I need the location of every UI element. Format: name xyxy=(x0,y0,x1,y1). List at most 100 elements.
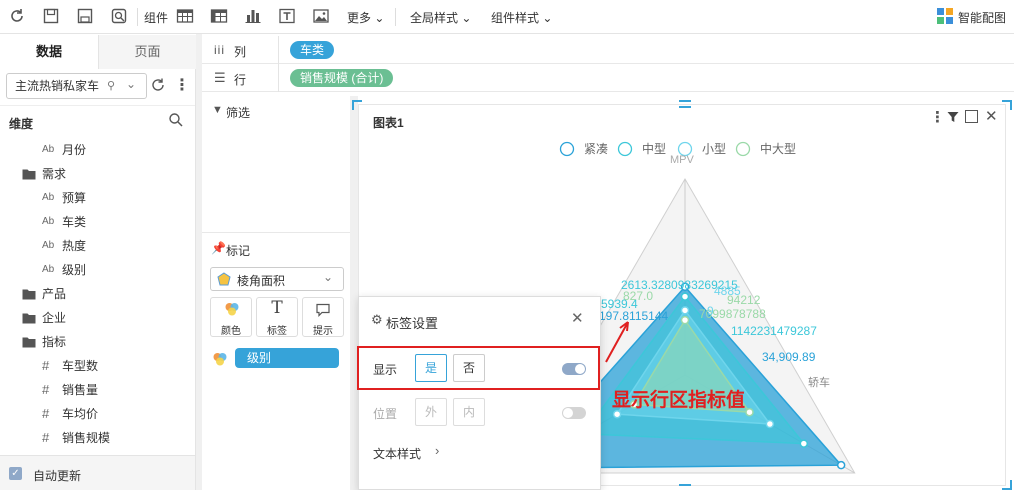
radar-point xyxy=(836,460,846,470)
tree-label: 需求 xyxy=(42,167,67,181)
resize-handle-corner[interactable] xyxy=(1002,100,1012,110)
radar-area-icon xyxy=(217,272,231,286)
text-box-icon[interactable] xyxy=(278,7,296,25)
label-button[interactable]: T 标签 xyxy=(256,297,298,337)
folder-icon xyxy=(22,330,36,357)
divider xyxy=(0,105,195,106)
save-as-icon[interactable] xyxy=(76,7,94,25)
radar-point xyxy=(799,439,809,448)
toolbar-divider xyxy=(395,8,396,26)
row-shelf: ☰ 行 销售规模 (合计) xyxy=(202,64,1014,92)
more-options-icon[interactable]: ⋮ xyxy=(174,75,190,95)
tree-field[interactable]: Ab 车类 xyxy=(0,210,195,234)
text-field-icon: Ab xyxy=(42,216,55,227)
auto-update-label: 自动更新 xyxy=(33,469,82,483)
global-style-menu[interactable]: 全局样式 ⌄ xyxy=(410,9,471,26)
tree-field[interactable]: Ab 热度 xyxy=(0,234,195,258)
resize-handle-corner[interactable] xyxy=(1002,480,1012,490)
row-icon: ☰ xyxy=(214,70,226,85)
position-switch[interactable] xyxy=(562,407,586,419)
legend-marker xyxy=(559,141,575,157)
color-palette-icon xyxy=(212,351,228,367)
mark-type-select[interactable]: 棱角面积 ⌄ xyxy=(210,267,344,291)
image-icon[interactable] xyxy=(312,7,330,25)
tree-label: 月份 xyxy=(62,143,87,157)
dimension-header: 维度 xyxy=(9,117,34,131)
marks-label: 标记 xyxy=(226,244,251,258)
divider xyxy=(278,36,279,64)
search-icon[interactable] xyxy=(168,112,184,128)
text-field-icon: Ab xyxy=(42,264,55,275)
position-outside-button[interactable]: 外 xyxy=(415,398,447,426)
smart-chart-label[interactable]: 智能配图 xyxy=(958,9,1006,26)
color-palette-icon xyxy=(224,301,240,317)
data-label: 4885 xyxy=(714,284,741,298)
tree-field[interactable]: # 车型数 xyxy=(0,354,195,378)
chevron-right-icon[interactable]: › xyxy=(435,443,439,458)
legend-label: 中大型 xyxy=(760,141,796,156)
panel-gutter xyxy=(350,96,358,490)
color-button[interactable]: 颜色 xyxy=(210,297,252,337)
divider xyxy=(278,64,279,92)
radar-point xyxy=(680,292,690,301)
tree-label: 销售规模 xyxy=(62,431,111,445)
radar-point xyxy=(680,315,690,325)
tree-label: 级别 xyxy=(62,263,87,277)
more-label: 更多 xyxy=(347,11,372,25)
show-yes-button[interactable]: 是 xyxy=(415,354,447,382)
chevron-down-icon: ⌄ xyxy=(374,11,385,25)
tree-folder[interactable]: 需求 xyxy=(0,162,195,186)
gear-icon: ⚙ xyxy=(371,312,383,327)
tab-page[interactable]: 页面 xyxy=(98,35,196,69)
crosstab-icon[interactable] xyxy=(210,7,228,25)
tab-data[interactable]: 数据 xyxy=(0,35,98,69)
chevron-down-icon: ⌄ xyxy=(323,270,334,284)
tree-field[interactable]: # 销售规模 xyxy=(0,426,195,450)
show-label-switch[interactable] xyxy=(562,363,586,375)
text-style-label[interactable]: 文本样式 xyxy=(373,445,421,462)
smart-chart-icon[interactable] xyxy=(937,8,953,24)
legend-label: 紧凑 xyxy=(584,142,608,156)
chevron-down-icon: ⌄ xyxy=(461,11,472,25)
tooltip-button[interactable]: 提示 xyxy=(302,297,344,337)
tree-field[interactable]: Ab 级别 xyxy=(0,258,195,282)
chevron-down-icon[interactable]: ⌄ xyxy=(124,77,139,91)
folder-icon xyxy=(22,306,36,333)
close-icon[interactable]: ✕ xyxy=(571,309,584,327)
text-field-icon: Ab xyxy=(42,144,55,155)
tree-field[interactable]: Ab 预算 xyxy=(0,186,195,210)
tree-field[interactable]: # 销售量 xyxy=(0,378,195,402)
text-t-icon: T xyxy=(271,298,283,318)
row-pill-sales-scale[interactable]: 销售规模 (合计) xyxy=(290,69,394,87)
data-panel-tabs: 数据 页面 xyxy=(0,35,196,69)
column-pill-car-type[interactable]: 车类 xyxy=(290,41,335,59)
tree-field[interactable]: Ab 月份 xyxy=(0,138,195,162)
chevron-down-icon: ⌄ xyxy=(542,11,553,25)
tree-folder[interactable]: 企业 xyxy=(0,306,195,330)
auto-update-checkbox[interactable]: ✓ xyxy=(9,467,22,480)
tree-field[interactable]: # 车均价 xyxy=(0,402,195,426)
save-icon[interactable] xyxy=(42,7,60,25)
row-label: 行 xyxy=(234,73,247,87)
table-icon[interactable] xyxy=(176,7,194,25)
refresh-icon[interactable] xyxy=(8,7,26,25)
marks-panel: ▼ 筛选 📌 标记 棱角面积 ⌄ 颜色 T 标签 提示 级别 xyxy=(202,96,350,490)
resize-handle-bottom[interactable] xyxy=(679,484,691,488)
preview-icon[interactable] xyxy=(110,7,128,25)
component-style-menu[interactable]: 组件样式 ⌄ xyxy=(491,9,552,26)
resize-handle-top[interactable] xyxy=(679,100,691,108)
legend-label: 小型 xyxy=(702,142,726,156)
resize-handle-corner[interactable] xyxy=(352,100,362,110)
position-inside-button[interactable]: 内 xyxy=(453,398,485,426)
label-button-label: 标签 xyxy=(267,326,287,337)
tree-folder[interactable]: 产品 xyxy=(0,282,195,306)
refresh-icon[interactable] xyxy=(150,77,166,93)
bar-chart-icon[interactable] xyxy=(244,7,262,25)
more-menu[interactable]: 更多 ⌄ xyxy=(347,9,384,26)
level-pill[interactable]: 级别 xyxy=(235,348,339,368)
label-settings-panel: ⚙ 标签设置 ✕ 显示 是 否 位置 外 内 文本样式 › xyxy=(357,296,601,490)
show-no-button[interactable]: 否 xyxy=(453,354,485,382)
search-icon[interactable]: ⚲ xyxy=(105,79,118,92)
tree-folder[interactable]: 指标 xyxy=(0,330,195,354)
measure-icon: # xyxy=(42,430,50,445)
